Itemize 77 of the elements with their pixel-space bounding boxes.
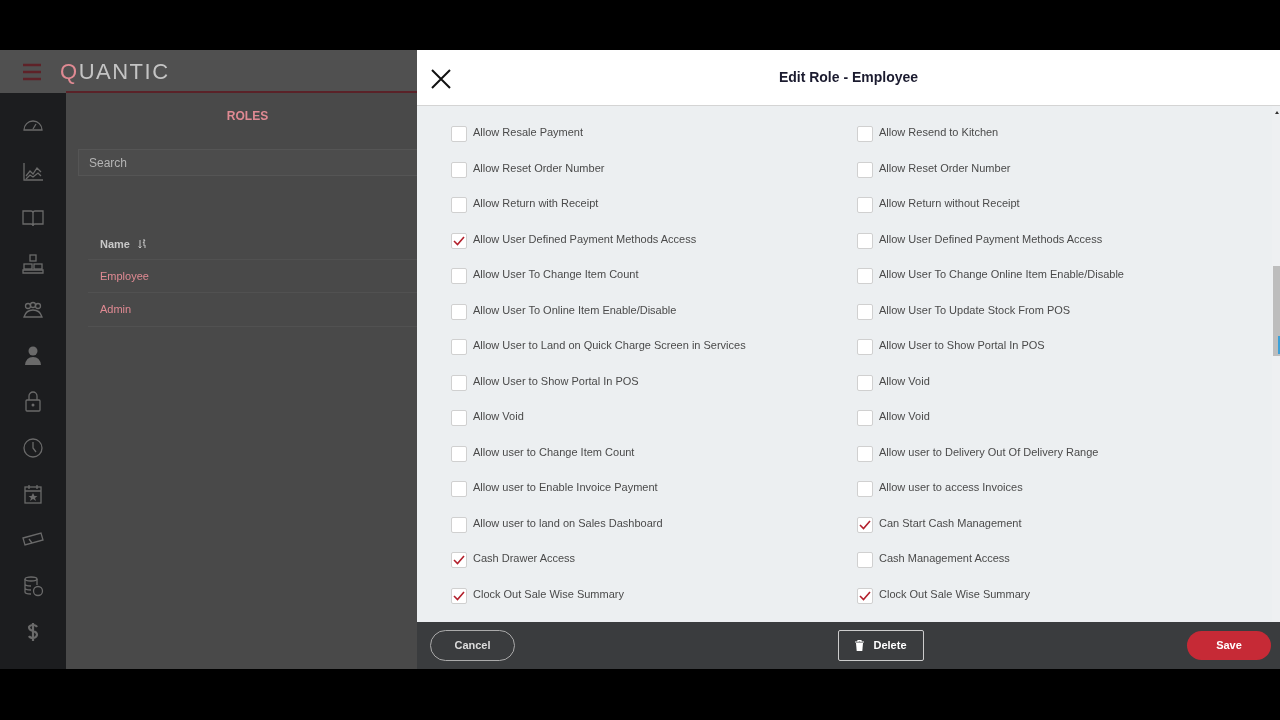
menu-icon[interactable] <box>22 62 42 81</box>
book-icon[interactable] <box>22 207 44 229</box>
page-title: ROLES <box>225 108 270 125</box>
lock-icon[interactable] <box>22 391 44 413</box>
permission-label[interactable]: Allow Void <box>879 409 930 423</box>
modal-title: Edit Role - Employee <box>777 68 920 87</box>
logo: QUANTIC <box>60 58 170 86</box>
checkbox[interactable] <box>451 339 467 355</box>
checkbox[interactable] <box>451 587 467 604</box>
permission-label[interactable]: Allow user to Delivery Out Of Delivery Range <box>879 444 1099 459</box>
chart-icon[interactable] <box>22 161 44 183</box>
checkbox[interactable] <box>857 126 873 142</box>
group-icon[interactable] <box>22 299 44 321</box>
checkbox[interactable] <box>451 232 467 249</box>
permission-label[interactable]: Allow user to land on Sales Dashboard <box>473 515 663 530</box>
permission-label[interactable]: Allow User To Online Item Enable/Disable <box>473 302 677 317</box>
permission-label[interactable]: Allow Reset Order Number <box>879 160 1011 175</box>
checkbox[interactable] <box>857 197 873 213</box>
search-field[interactable]: Search <box>78 149 417 176</box>
checkbox[interactable] <box>857 410 873 426</box>
checkbox[interactable] <box>857 339 873 355</box>
role-link[interactable]: Employee <box>100 269 149 282</box>
permission-label[interactable]: Clock Out Sale Wise Summary <box>473 586 624 601</box>
permission-label[interactable]: Allow Reset Order Number <box>473 160 605 175</box>
permission-label[interactable]: Allow Void <box>473 409 524 423</box>
clock-icon[interactable] <box>22 437 44 459</box>
checkbox[interactable] <box>451 445 467 462</box>
hierarchy-icon[interactable] <box>22 253 44 275</box>
permission-label[interactable]: Allow User Defined Payment Methods Access <box>473 231 697 246</box>
checkbox[interactable] <box>857 303 873 320</box>
checkbox[interactable] <box>857 516 873 533</box>
column-header[interactable]: Name <box>100 236 130 253</box>
permission-label[interactable]: Allow user to access Invoices <box>879 480 1023 494</box>
role-link[interactable]: Admin <box>100 303 132 315</box>
permission-label[interactable]: Can Start Cash Management <box>879 515 1022 530</box>
permission-label[interactable]: Allow User to Show Portal In POS <box>473 373 639 388</box>
checkbox[interactable] <box>451 481 467 497</box>
permission-label[interactable]: Allow User To Change Online Item Enable/Disable <box>879 267 1124 281</box>
checkbox[interactable] <box>451 374 467 391</box>
person-icon[interactable] <box>22 345 44 367</box>
checkbox[interactable] <box>451 161 467 178</box>
permission-label[interactable]: Allow User to Land on Quick Charge Screen in Services <box>473 338 746 352</box>
permission-label[interactable]: Allow Resale Payment <box>473 125 584 139</box>
permission-label[interactable]: Cash Management Access <box>879 551 1010 565</box>
checkbox[interactable] <box>451 410 467 426</box>
checkbox[interactable] <box>857 232 873 249</box>
permission-label[interactable]: Allow Void <box>879 373 930 388</box>
checkbox[interactable] <box>451 268 467 284</box>
delete-button[interactable]: Delete <box>838 630 924 661</box>
checkbox[interactable] <box>451 516 467 533</box>
save-button[interactable]: Save <box>1187 631 1271 660</box>
permission-label[interactable]: Allow Resend to Kitchen <box>879 125 999 139</box>
checkbox[interactable] <box>451 197 467 213</box>
checkbox[interactable] <box>857 374 873 391</box>
permission-label[interactable]: Allow user to Enable Invoice Payment <box>473 480 658 494</box>
permission-label[interactable]: Allow Return without Receipt <box>879 196 1020 210</box>
checkbox[interactable] <box>857 587 873 604</box>
checkbox[interactable] <box>857 552 873 568</box>
permission-label[interactable]: Clock Out Sale Wise Summary <box>879 586 1030 601</box>
permission-label[interactable]: Allow User To Change Item Count <box>473 267 639 281</box>
permission-label[interactable]: Cash Drawer Access <box>473 551 576 565</box>
checkbox[interactable] <box>857 161 873 178</box>
permission-label[interactable]: Allow Return with Receipt <box>473 196 599 210</box>
database-user-icon[interactable] <box>22 575 44 597</box>
permission-label[interactable]: Allow User to Show Portal In POS <box>879 338 1045 352</box>
permission-label[interactable]: Allow user to Change Item Count <box>473 444 635 459</box>
checkbox[interactable] <box>857 481 873 497</box>
calendar-icon[interactable] <box>22 483 44 505</box>
checkbox[interactable] <box>451 126 467 142</box>
trash-icon <box>855 640 865 651</box>
checkbox[interactable] <box>857 445 873 462</box>
sort-icon[interactable] <box>137 239 146 250</box>
checkbox[interactable] <box>451 552 467 568</box>
checkbox[interactable] <box>857 268 873 284</box>
permission-label[interactable]: Allow User Defined Payment Methods Access <box>879 231 1103 246</box>
permission-label[interactable]: Allow User To Update Stock From POS <box>879 302 1071 317</box>
checkbox[interactable] <box>451 303 467 320</box>
